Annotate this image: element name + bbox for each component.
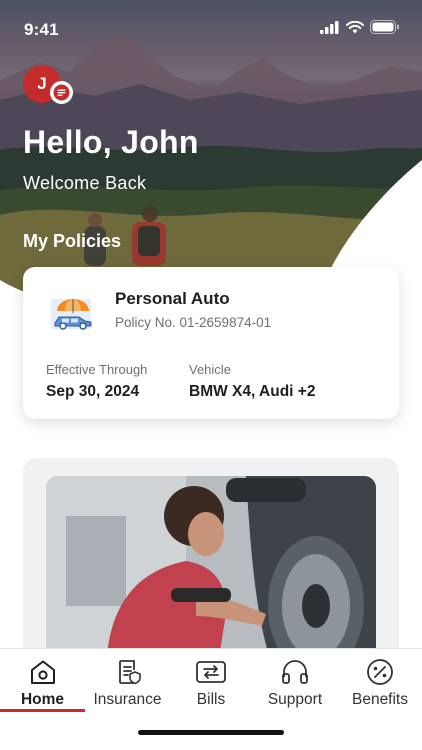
status-icons: [320, 20, 400, 34]
tab-bills-label: Bills: [196, 691, 226, 708]
bills-swap-icon: [196, 661, 226, 683]
avatar-initial: J: [37, 74, 47, 93]
signal-icon: [320, 20, 339, 34]
my-policies-heading: My Policies: [23, 231, 122, 251]
promo-image: [46, 476, 376, 676]
effective-through-label: Effective Through: [46, 362, 148, 377]
vehicle-value: BMW X4, Audi +2: [189, 383, 316, 400]
active-tab-indicator: [0, 709, 85, 712]
greeting-title: Hello, John: [23, 124, 199, 160]
welcome-subtitle: Welcome Back: [23, 173, 147, 193]
bottom-tab-bar: Home Insurance Bills Support Benefits: [0, 648, 422, 750]
tab-home-label: Home: [20, 691, 65, 708]
battery-icon: [370, 20, 399, 34]
headphones-icon: [282, 660, 308, 684]
tab-support[interactable]: Support: [252, 649, 338, 713]
vehicle-label: Vehicle: [189, 362, 231, 377]
message-icon: [53, 84, 70, 101]
tab-bills[interactable]: Bills: [170, 649, 252, 713]
percent-badge-icon: [367, 659, 393, 685]
status-bar: 9:41: [0, 0, 422, 56]
tab-benefits-label: Benefits: [351, 691, 408, 708]
document-shield-icon: [118, 660, 141, 685]
tab-insurance[interactable]: Insurance: [85, 649, 170, 713]
car-umbrella-icon: [51, 299, 92, 330]
tab-insurance-label: Insurance: [93, 691, 162, 708]
tab-benefits[interactable]: Benefits: [338, 649, 422, 713]
policy-number: Policy No. 01-2659874-01: [115, 315, 272, 330]
home-icon: [30, 660, 55, 684]
home-indicator[interactable]: [138, 730, 284, 735]
effective-through-value: Sep 30, 2024: [46, 383, 140, 400]
policy-name: Personal Auto: [115, 289, 230, 308]
tab-support-label: Support: [267, 691, 323, 708]
policy-card[interactable]: Personal Auto Policy No. 01-2659874-01 E…: [23, 267, 399, 419]
status-time: 9:41: [24, 20, 59, 39]
mechanic-photo-image: [46, 476, 376, 676]
tab-home[interactable]: Home: [0, 649, 85, 713]
wifi-icon: [346, 20, 364, 33]
messages-badge[interactable]: [50, 81, 73, 104]
